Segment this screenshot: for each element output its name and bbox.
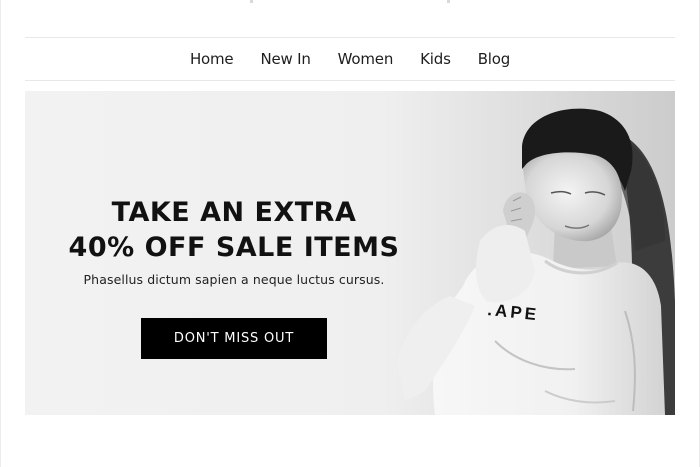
hero-headline: TAKE AN EXTRA 40% OFF SALE ITEMS: [25, 195, 443, 265]
nav-item-women[interactable]: Women: [338, 50, 394, 68]
nav-item-blog[interactable]: Blog: [478, 50, 511, 68]
nav-item-kids[interactable]: Kids: [420, 50, 451, 68]
nav-item-home[interactable]: Home: [190, 50, 234, 68]
main-nav: Home New In Women Kids Blog: [25, 38, 675, 80]
hero-headline-line-1: TAKE AN EXTRA: [111, 197, 357, 228]
page-border-left: [0, 0, 1, 467]
nav-divider-bottom: [25, 80, 675, 81]
nav-item-new-in[interactable]: New In: [260, 50, 310, 68]
dont-miss-out-button[interactable]: DON'T MISS OUT: [141, 318, 327, 359]
hero-subtext: Phasellus dictum sapien a neque luctus c…: [83, 272, 385, 287]
cropped-logo-marks: [0, 0, 700, 6]
hero-headline-line-2: 40% OFF SALE ITEMS: [68, 232, 400, 263]
hero-banner[interactable]: TAKE AN EXTRA 40% OFF SALE ITEMS Phasell…: [25, 91, 675, 415]
email-page: Home New In Women Kids Blog TAKE AN EXTR…: [0, 0, 700, 467]
